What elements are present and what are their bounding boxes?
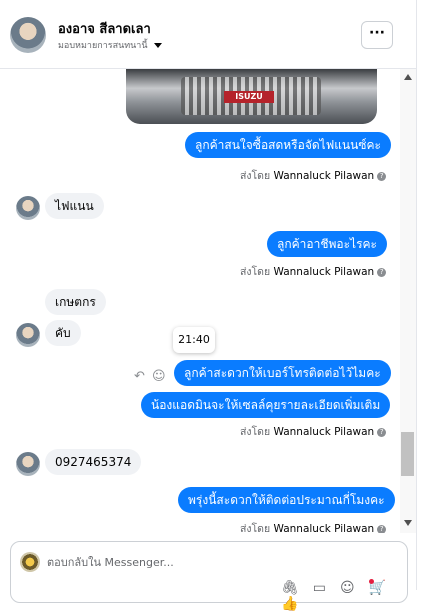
message-bubble-incoming[interactable]: 0927465374: [45, 449, 142, 475]
caret-down-icon: [153, 43, 162, 48]
contact-avatar[interactable]: [10, 17, 46, 53]
timestamp-tooltip: 21:40: [173, 327, 215, 353]
message-bubble-incoming[interactable]: ไฟแนน: [45, 193, 104, 219]
saved-reply-icon[interactable]: ▭: [313, 580, 326, 596]
attachment-icon[interactable]: 🖇: [281, 580, 299, 596]
message-bubble-incoming[interactable]: เกษตกร: [45, 289, 106, 315]
sent-by-prefix: ส่งโดย: [240, 426, 271, 438]
right-edge-divider: [416, 0, 421, 590]
sent-by-name: Wannaluck Pilawan: [273, 170, 375, 182]
message-bubble-outgoing[interactable]: พรุ่งนี้สะดวกให้ติดต่อประมาณกี่โมงคะ: [178, 487, 395, 513]
attached-photo[interactable]: ISUZU: [126, 69, 377, 124]
sent-by-prefix: ส่งโดย: [240, 523, 271, 533]
reply-input[interactable]: ตอบกลับใน Messenger...: [47, 553, 174, 571]
message-bubble-outgoing[interactable]: ลูกค้าอาชีพอะไรคะ: [267, 231, 387, 257]
contact-avatar-small: [16, 196, 40, 220]
sent-by-label: ส่งโดย Wannaluck Pilawan?: [240, 423, 387, 440]
message-bubble-incoming[interactable]: คับ: [45, 320, 81, 346]
message-bubble-outgoing[interactable]: ลูกค้าสะดวกให้เบอร์โทรติดต่อไว้ไมคะ: [174, 360, 391, 386]
scroll-up-arrow-icon[interactable]: [404, 74, 412, 80]
sent-by-name: Wannaluck Pilawan: [273, 266, 375, 278]
sent-by-prefix: ส่งโดย: [240, 266, 271, 278]
help-icon[interactable]: ?: [377, 267, 387, 277]
sent-by-label: ส่งโดย Wannaluck Pilawan?: [240, 167, 387, 184]
contact-avatar-small: [16, 452, 40, 476]
like-icon[interactable]: 👍: [281, 596, 298, 612]
help-icon[interactable]: ?: [377, 171, 387, 181]
message-thread: ISUZU ลูกค้าสนใจซื้อสดหรือจัดไฟแนนซ์คะ ส…: [0, 69, 400, 533]
help-icon[interactable]: ?: [377, 524, 387, 533]
sent-by-prefix: ส่งโดย: [240, 170, 271, 182]
assign-label: มอบหมายการสนทนานี้: [58, 41, 148, 51]
sent-by-name: Wannaluck Pilawan: [273, 523, 375, 533]
emoji-icon[interactable]: ☺: [340, 580, 355, 596]
help-icon[interactable]: ?: [377, 427, 387, 437]
scrollbar-thumb[interactable]: [401, 432, 414, 476]
reply-composer[interactable]: ตอบกลับใน Messenger... 🖇 ▭ ☺ 🛒👍: [10, 541, 408, 612]
sent-by-label: ส่งโดย Wannaluck Pilawan?: [240, 520, 387, 533]
sent-by-name: Wannaluck Pilawan: [273, 426, 375, 438]
reply-icon[interactable]: ↶: [134, 369, 145, 384]
conversation-header: องอาจ สีลาดเลา มอบหมายการสนทนานี้ ···: [0, 0, 416, 69]
sent-by-label: ส่งโดย Wannaluck Pilawan?: [240, 263, 387, 280]
contact-avatar-small: [16, 323, 40, 347]
more-options-button[interactable]: ···: [361, 21, 393, 49]
photo-logo: ISUZU: [224, 91, 274, 103]
assign-conversation-dropdown[interactable]: มอบหมายการสนทนานี้: [58, 38, 162, 52]
message-bubble-outgoing[interactable]: ลูกค้าสนใจซื้อสดหรือจัดไฟแนนซ์คะ: [185, 132, 391, 158]
emoji-reaction-icon[interactable]: ☺: [152, 369, 166, 384]
notification-dot: [369, 579, 374, 584]
contact-name[interactable]: องอาจ สีลาดเลา: [58, 18, 151, 39]
scroll-down-arrow-icon[interactable]: [404, 520, 412, 526]
page-avatar: [20, 552, 40, 572]
message-bubble-outgoing[interactable]: น้องแอดมินจะให้เซลล์คุยรายละเอียดเพิ่มเต…: [141, 392, 391, 418]
composer-toolbar: 🖇 ▭ ☺ 🛒👍: [281, 580, 407, 612]
